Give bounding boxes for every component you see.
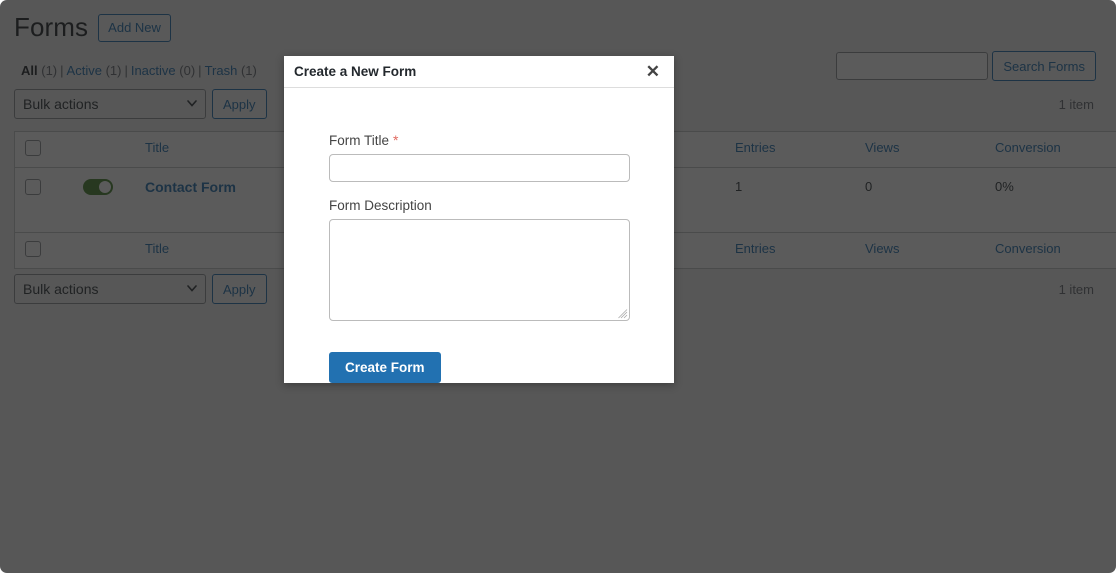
modal-header: Create a New Form ✕ [284, 56, 674, 88]
required-indicator: * [393, 132, 399, 148]
modal-body: Form Title * Form Description Create Form [284, 88, 674, 383]
create-form-button[interactable]: Create Form [329, 352, 441, 383]
form-title-field-group: Form Title * [329, 132, 630, 182]
form-description-textarea[interactable] [329, 219, 630, 321]
form-description-field-group: Form Description [329, 198, 630, 326]
form-title-label: Form Title * [329, 132, 628, 148]
form-description-wrap [329, 219, 630, 321]
form-title-label-text: Form Title [329, 133, 390, 148]
form-description-label: Form Description [329, 198, 432, 213]
modal-title: Create a New Form [294, 64, 417, 79]
form-title-input[interactable] [329, 154, 630, 182]
browser-window: Forms Add New All (1)|Active (1)|Inactiv… [0, 0, 1116, 573]
close-icon[interactable]: ✕ [646, 63, 660, 80]
create-form-modal: Create a New Form ✕ Form Title * Form Des… [284, 56, 674, 383]
